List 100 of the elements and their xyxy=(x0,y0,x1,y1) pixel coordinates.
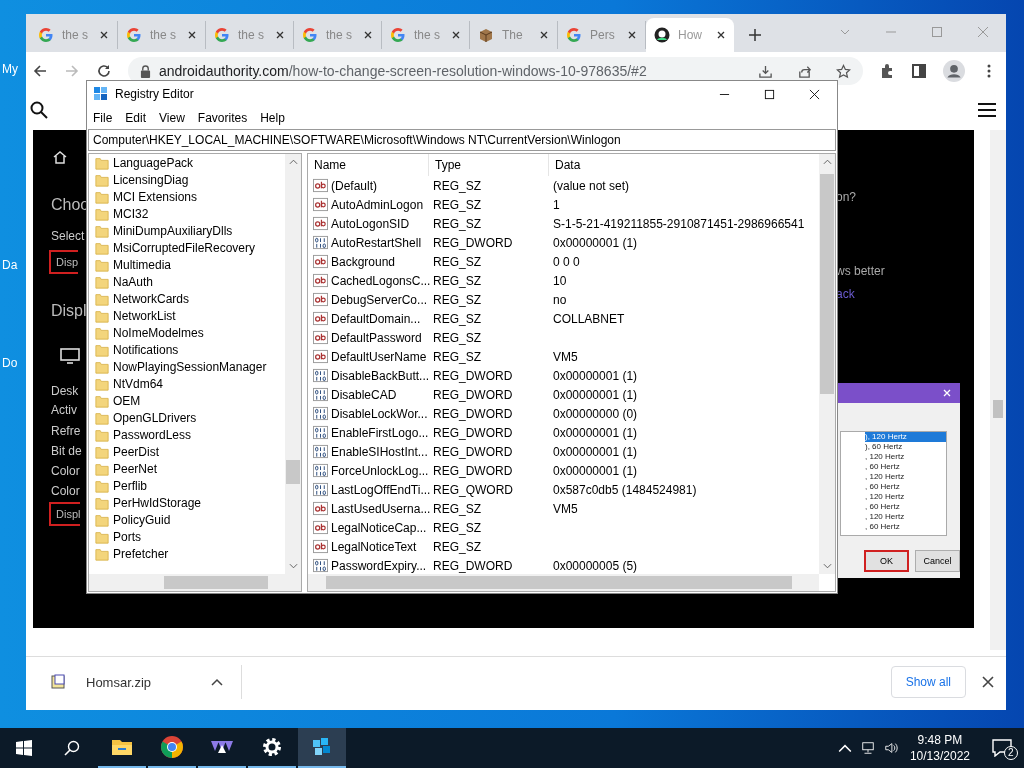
tree-item[interactable]: NtVdm64 xyxy=(113,376,164,391)
tree-item[interactable]: NetworkList xyxy=(113,308,176,323)
scroll-up-icon[interactable] xyxy=(822,159,832,165)
close-icon[interactable] xyxy=(809,88,820,100)
list-item[interactable]: ), 60 Hertz xyxy=(865,442,903,452)
column-header[interactable]: Name xyxy=(308,154,429,176)
install-icon[interactable] xyxy=(758,63,773,79)
scroll-up-icon[interactable] xyxy=(288,159,298,165)
notification-icon[interactable] xyxy=(992,739,1012,757)
show-all-button[interactable]: Show all xyxy=(890,666,966,698)
network-icon[interactable] xyxy=(860,741,875,755)
search-icon[interactable] xyxy=(64,740,80,756)
tree-item[interactable]: OEM xyxy=(113,393,141,408)
close-icon[interactable] xyxy=(275,30,285,40)
new-tab-icon[interactable] xyxy=(748,28,762,42)
tree-item[interactable]: Ports xyxy=(113,529,141,544)
tree-item[interactable]: LicensingDiag xyxy=(113,172,189,187)
menu-item[interactable]: File xyxy=(93,111,113,125)
tree-item[interactable]: PerHwIdStorage xyxy=(113,495,202,510)
tree-item[interactable]: PeerDist xyxy=(113,444,159,459)
scroll-thumb[interactable] xyxy=(820,174,834,394)
value-name[interactable]: EnableSIHostInt... xyxy=(331,444,433,459)
display-button[interactable]: Displ xyxy=(49,502,81,526)
list-item[interactable]: , 60 Hertz xyxy=(865,462,900,472)
puzzle-icon[interactable] xyxy=(879,63,895,79)
tree-item[interactable]: Notifications xyxy=(113,342,179,357)
volume-icon[interactable] xyxy=(883,741,898,755)
value-name[interactable]: AutoRestartShell xyxy=(331,235,433,250)
menu-item[interactable]: Help xyxy=(260,111,285,125)
tree-item[interactable]: OpenGLDrivers xyxy=(113,410,197,425)
tree-item[interactable]: MCI32 xyxy=(113,206,149,221)
value-name[interactable]: DisableLockWor... xyxy=(331,406,433,421)
close-icon[interactable] xyxy=(363,30,373,40)
tree-item[interactable]: PasswordLess xyxy=(113,427,192,442)
list-item[interactable]: , 60 Hertz xyxy=(865,522,900,532)
tree-item[interactable]: MiniDumpAuxiliaryDlls xyxy=(113,223,233,238)
close-icon[interactable] xyxy=(716,30,726,40)
close-icon[interactable] xyxy=(627,30,637,40)
column-header[interactable]: Type xyxy=(429,154,549,176)
back-arrow-icon[interactable] xyxy=(32,63,48,79)
scroll-thumb[interactable] xyxy=(326,576,792,589)
value-name[interactable]: DebugServerCo... xyxy=(331,292,433,307)
value-name[interactable]: LegalNoticeCap... xyxy=(331,520,433,535)
taskbar-app-button[interactable] xyxy=(298,728,346,768)
menu-item[interactable]: Favorites xyxy=(197,111,248,125)
value-name[interactable]: PasswordExpiry... xyxy=(331,558,433,573)
menu-icon[interactable] xyxy=(978,101,996,119)
value-name[interactable]: DefaultPassword xyxy=(331,330,433,345)
download-file-name[interactable]: Homsar.zip xyxy=(86,674,152,690)
list-item[interactable]: , 120 Hertz xyxy=(865,452,905,462)
scroll-down-icon[interactable] xyxy=(822,563,832,569)
list-item[interactable]: ), 120 Hertz xyxy=(865,432,946,442)
caret-up-icon[interactable] xyxy=(211,678,224,686)
star-icon[interactable] xyxy=(836,63,851,79)
value-name[interactable]: LegalNoticeText xyxy=(331,539,433,554)
scrollbar[interactable] xyxy=(89,574,301,591)
maximize-icon[interactable] xyxy=(764,88,775,100)
tree-item[interactable]: NowPlayingSessionManager xyxy=(113,359,267,374)
avatar-icon[interactable] xyxy=(943,60,965,82)
display-button[interactable]: Disp xyxy=(49,250,78,274)
close-icon[interactable] xyxy=(187,30,197,40)
list-item[interactable]: , 60 Hertz xyxy=(865,482,900,492)
tree-item[interactable]: PeerNet xyxy=(113,461,158,476)
tree-item[interactable]: LanguagePack xyxy=(113,155,194,170)
value-name[interactable]: EnableFirstLogo... xyxy=(331,425,433,440)
close-icon[interactable] xyxy=(451,30,461,40)
tree-item[interactable]: NoImeModelmes xyxy=(113,325,204,340)
value-name[interactable]: ForceUnlockLog... xyxy=(331,463,433,478)
tree-item[interactable]: Perflib xyxy=(113,478,147,493)
value-name[interactable]: Background xyxy=(331,254,433,269)
scrollbar[interactable] xyxy=(308,574,819,591)
value-name[interactable]: DisableCAD xyxy=(331,387,433,402)
scrollbar[interactable] xyxy=(819,154,835,574)
list-item[interactable]: , 60 Hertz xyxy=(865,502,900,512)
value-name[interactable]: DisableBackButt... xyxy=(331,368,433,383)
scroll-thumb[interactable] xyxy=(164,576,268,589)
tree-item[interactable]: NaAuth xyxy=(113,274,154,289)
tree-item[interactable]: NetworkCards xyxy=(113,291,190,306)
clock-date[interactable]: 10/13/2022 xyxy=(909,748,970,764)
value-name[interactable]: AutoAdminLogon xyxy=(331,197,433,212)
scroll-thumb[interactable] xyxy=(286,460,300,484)
tree-item[interactable]: PolicyGuid xyxy=(113,512,171,527)
scroll-thumb[interactable] xyxy=(993,400,1003,418)
scroll-down-icon[interactable] xyxy=(288,563,298,569)
close-icon[interactable] xyxy=(99,30,109,40)
value-name[interactable]: LastUsedUserna... xyxy=(331,501,433,516)
scrollbar[interactable] xyxy=(990,130,1006,650)
list-item[interactable]: , 120 Hertz xyxy=(865,472,905,482)
value-name[interactable]: CachedLogonsC... xyxy=(331,273,433,288)
value-name[interactable]: AutoLogonSID xyxy=(331,216,433,231)
clock-time[interactable]: 9:48 PM xyxy=(917,732,963,748)
close-icon[interactable] xyxy=(982,676,994,688)
reload-icon[interactable] xyxy=(96,63,112,79)
tree-item[interactable]: MCI Extensions xyxy=(113,189,198,204)
ok-button[interactable]: OK xyxy=(864,550,910,572)
value-name[interactable]: (Default) xyxy=(331,178,433,193)
column-header[interactable]: Data xyxy=(549,154,581,176)
menu-item[interactable]: Edit xyxy=(125,111,147,125)
value-name[interactable]: LastLogOffEndTi... xyxy=(331,482,433,497)
value-name[interactable]: DefaultDomain... xyxy=(331,311,433,326)
